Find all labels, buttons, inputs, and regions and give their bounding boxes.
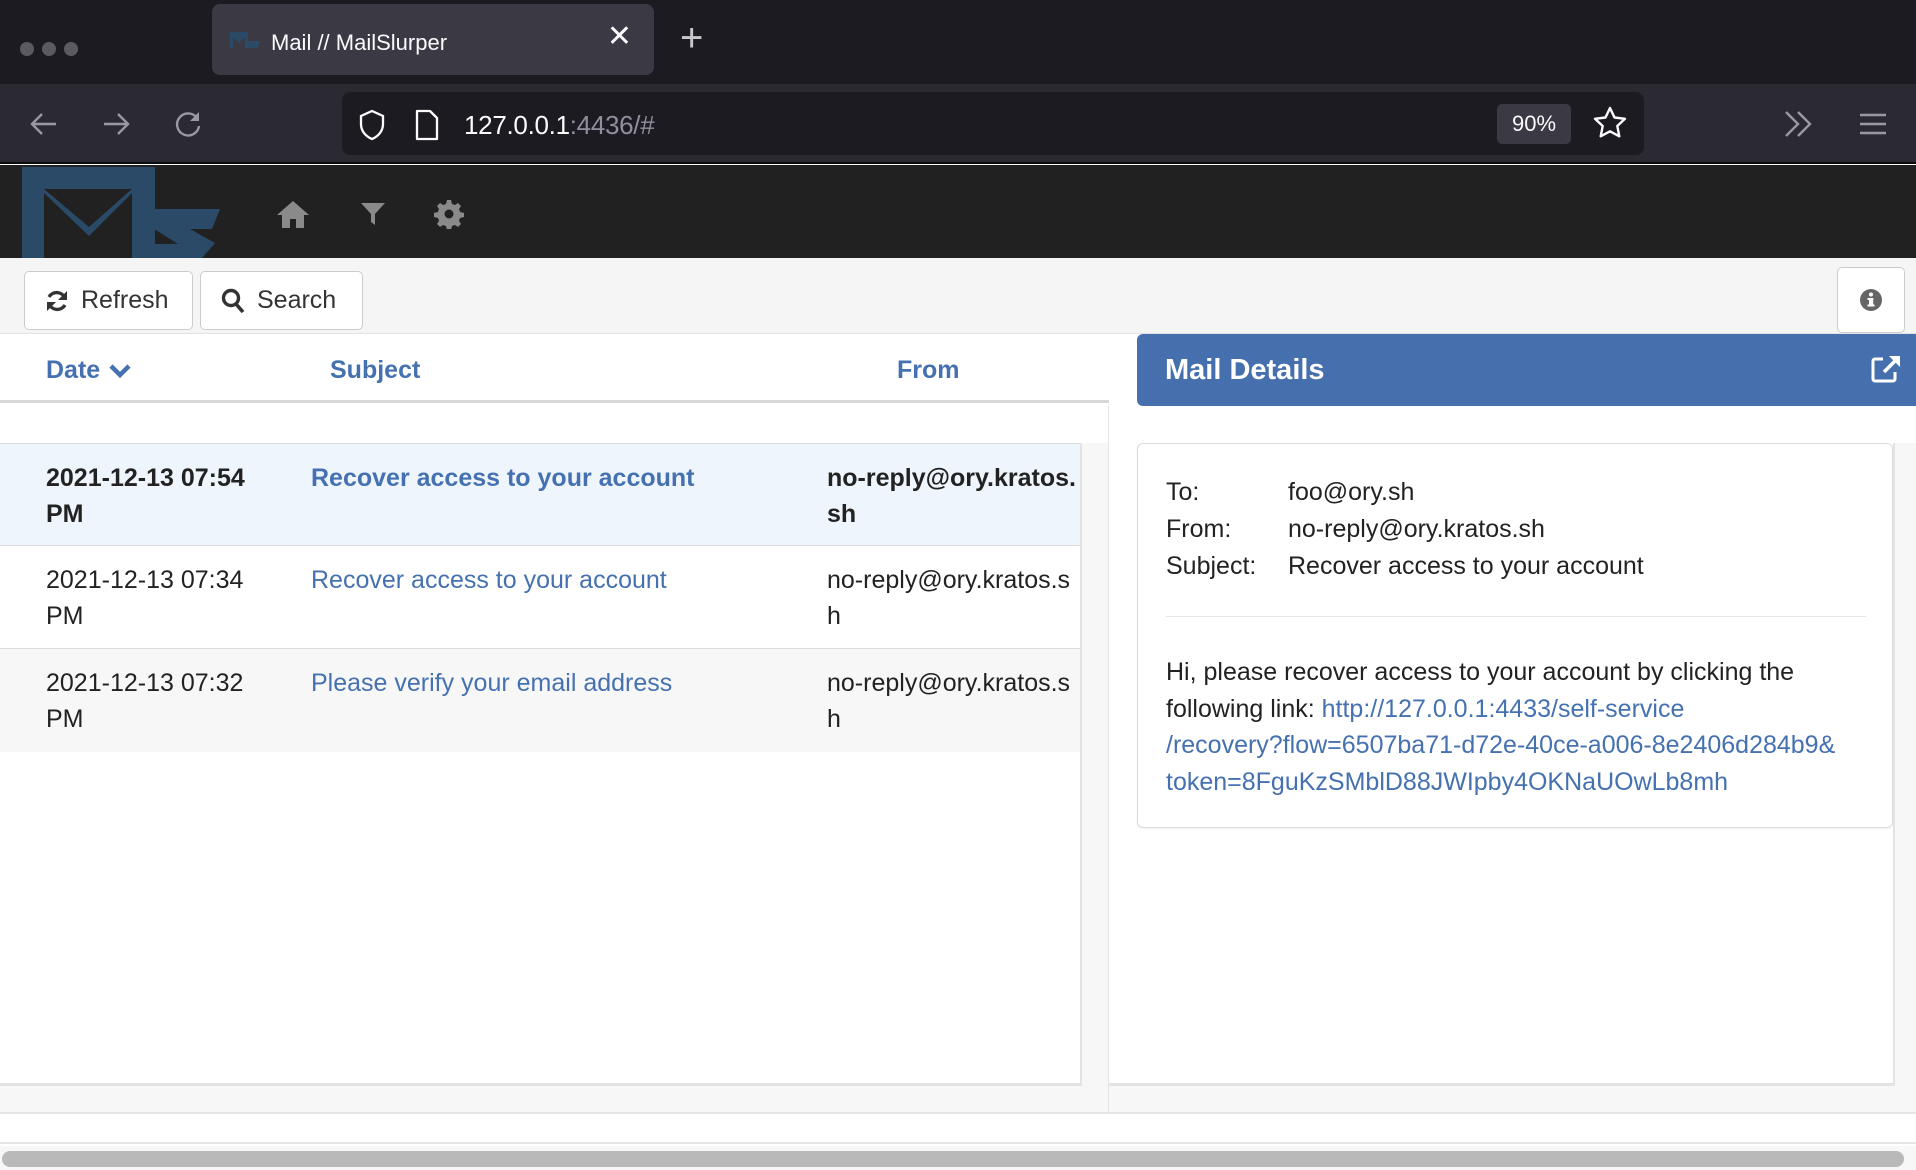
subject-header-label: Subject	[330, 356, 421, 384]
back-icon[interactable]	[26, 106, 62, 142]
external-link-icon[interactable]	[1870, 354, 1902, 384]
bookmark-star-icon[interactable]	[1592, 105, 1628, 141]
mail-list-header: Date Subject From	[0, 334, 1109, 403]
url-path: :4436/#	[569, 110, 655, 140]
subject-label: Subject:	[1166, 552, 1257, 580]
footer-area	[0, 1116, 1916, 1144]
refresh-button[interactable]: Refresh	[24, 271, 193, 330]
subject-value: Recover access to your account	[1288, 552, 1644, 580]
mail-subject[interactable]: Please verify your email address	[311, 665, 672, 701]
app-header	[0, 165, 1916, 258]
info-icon	[1860, 289, 1882, 311]
details-scroll-gutter	[1893, 443, 1916, 1086]
overflow-chevrons-icon[interactable]	[1780, 106, 1816, 142]
zoom-level-badge[interactable]: 90%	[1497, 104, 1571, 144]
meta-from: From: no-reply@ory.kratos.sh	[1166, 511, 1644, 548]
to-value: foo@ory.sh	[1288, 478, 1415, 506]
list-scroll-gutter	[1080, 443, 1108, 1086]
to-label: To:	[1166, 478, 1200, 506]
search-label: Search	[257, 286, 337, 314]
mail-date: 2021-12-13 07:54 PM	[46, 464, 245, 528]
column-header-subject[interactable]: Subject	[330, 356, 420, 385]
horizontal-scrollbar-thumb[interactable]	[2, 1151, 1904, 1167]
meta-to: To: foo@ory.sh	[1166, 474, 1644, 511]
shield-icon[interactable]	[357, 109, 387, 141]
mail-body: Hi, please recover access to your accoun…	[1166, 654, 1876, 800]
mail-list-row[interactable]: 2021-12-13 07:32 PM Please verify your e…	[0, 649, 1080, 752]
tab-title: Mail // MailSlurper	[271, 30, 448, 55]
browser-tab-bar: Mail // MailSlurper ✕ +	[0, 0, 1916, 84]
mail-details-header: Mail Details	[1137, 334, 1916, 406]
mail-details-title: Mail Details	[1165, 354, 1325, 386]
mail-list-row[interactable]: 2021-12-13 07:54 PM Recover access to yo…	[0, 443, 1080, 546]
new-tab-icon[interactable]: +	[680, 18, 703, 58]
browser-toolbar: 127.0.0.1:4436/# 90%	[0, 84, 1916, 164]
mailslurper-favicon-icon	[230, 32, 260, 48]
chevron-down-icon	[109, 363, 131, 378]
mail-meta: To: foo@ory.sh From: no-reply@ory.kratos.s…	[1166, 474, 1644, 585]
mail-toolbar: Refresh Search	[0, 258, 1916, 334]
mail-from: no-reply@ory.kratos.sh	[827, 566, 1071, 630]
mailslurper-logo[interactable]	[22, 167, 222, 258]
column-header-from[interactable]: From	[897, 356, 960, 385]
window-controls[interactable]	[20, 42, 78, 56]
url-bar[interactable]: 127.0.0.1:4436/# 90%	[342, 92, 1644, 155]
from-value: no-reply@ory.kratos.sh	[1288, 515, 1545, 543]
tab-close-icon[interactable]: ✕	[607, 22, 632, 52]
column-header-date[interactable]: Date	[46, 356, 132, 385]
refresh-label: Refresh	[81, 286, 169, 314]
mail-from: no-reply@ory.kratos.sh	[827, 464, 1076, 528]
mail-subject[interactable]: Recover access to your account	[311, 562, 667, 598]
url-host: 127.0.0.1	[464, 110, 570, 140]
home-icon[interactable]	[276, 199, 310, 229]
search-button[interactable]: Search	[200, 271, 363, 330]
reload-icon[interactable]	[170, 106, 206, 142]
refresh-icon	[47, 290, 67, 311]
search-icon	[221, 288, 245, 313]
meta-divider	[1166, 616, 1866, 617]
gear-icon[interactable]	[434, 199, 464, 229]
mail-list: 2021-12-13 07:54 PM Recover access to yo…	[0, 403, 1108, 1086]
from-header-label: From	[897, 356, 960, 384]
meta-subject: Subject: Recover access to your account	[1166, 548, 1644, 585]
mail-from: no-reply@ory.kratos.sh	[827, 669, 1071, 733]
footer-strip	[0, 1086, 1916, 1114]
filter-icon[interactable]	[360, 201, 386, 227]
hamburger-menu-icon[interactable]	[1855, 106, 1891, 142]
page-icon	[415, 109, 439, 141]
info-button[interactable]	[1837, 267, 1905, 333]
date-header-label: Date	[46, 356, 101, 384]
url-text[interactable]: 127.0.0.1:4436/#	[464, 110, 655, 141]
pane-splitter[interactable]	[1108, 1086, 1109, 1114]
mail-date: 2021-12-13 07:34 PM	[46, 566, 244, 630]
browser-tab[interactable]: Mail // MailSlurper ✕	[212, 4, 654, 75]
forward-icon[interactable]	[98, 106, 134, 142]
mail-date: 2021-12-13 07:32 PM	[46, 669, 244, 733]
mail-list-row[interactable]: 2021-12-13 07:34 PM Recover access to yo…	[0, 546, 1080, 649]
mail-details-card: To: foo@ory.sh From: no-reply@ory.kratos.s…	[1137, 443, 1893, 828]
from-label: From:	[1166, 515, 1232, 543]
mail-subject[interactable]: Recover access to your account	[311, 460, 695, 496]
